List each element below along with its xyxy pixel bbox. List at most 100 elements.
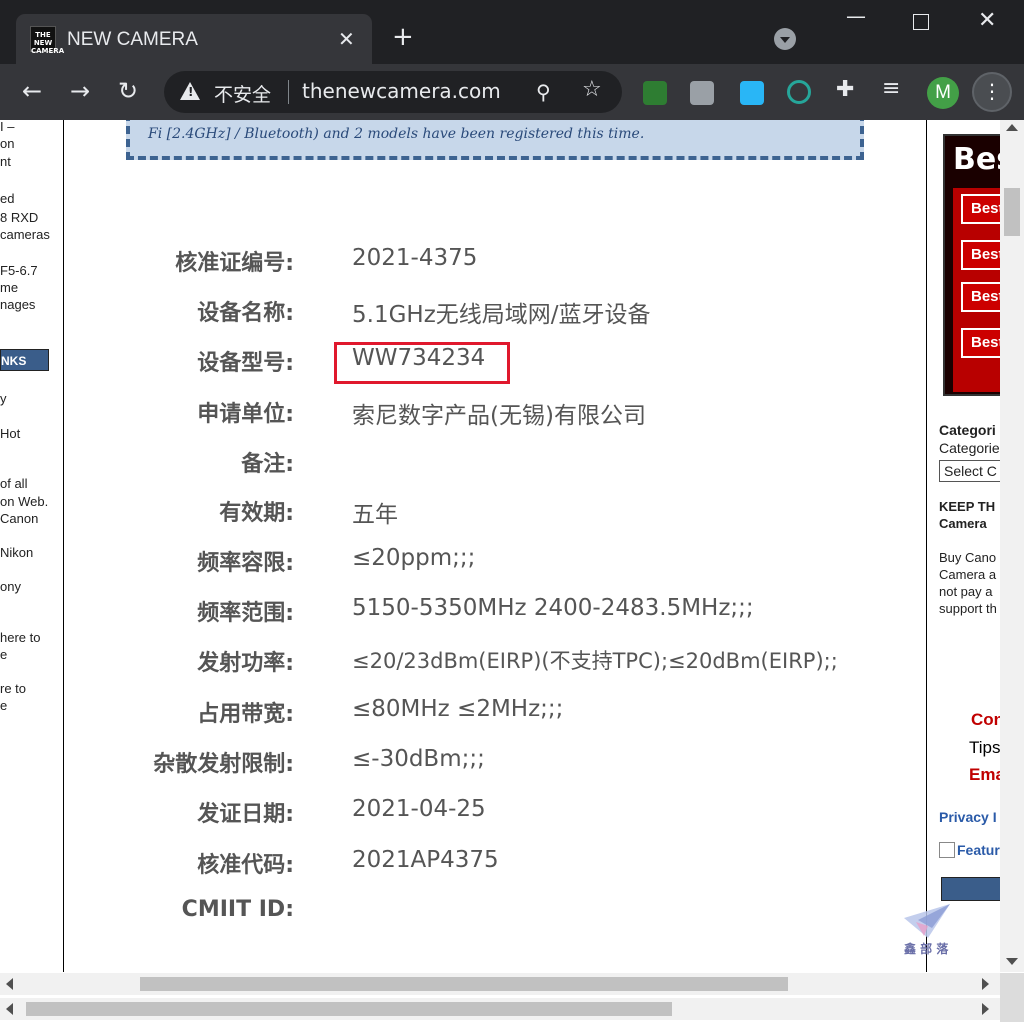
left-fragment[interactable]: me	[0, 279, 18, 296]
ad-best-button[interactable]: Best	[961, 282, 1000, 312]
left-sidebar: I – on nt ed 8 RXD cameras F5-6.7 me nag…	[0, 120, 64, 972]
left-fragment[interactable]: e	[0, 646, 7, 663]
spec-value: 2021AP4375	[352, 847, 499, 873]
spec-label: 核准证编号:	[175, 251, 294, 276]
spec-row: 设备名称: 5.1GHz无线局域网/蓝牙设备	[64, 295, 926, 335]
left-fragment[interactable]: on Web.	[0, 493, 48, 510]
contact-link[interactable]: Con	[971, 710, 1000, 730]
spec-label: 发证日期:	[197, 802, 294, 827]
code-extension-icon[interactable]	[690, 81, 714, 105]
left-fragment[interactable]: on	[0, 135, 14, 152]
browser-menu-icon[interactable]: ⋮	[972, 72, 1012, 112]
bookmark-star-icon[interactable]: ☆	[582, 77, 602, 102]
spec-label: 有效期:	[219, 501, 294, 526]
media-queue-icon[interactable]: ≡	[882, 76, 906, 101]
left-fragment[interactable]: ony	[0, 578, 21, 595]
left-fragment[interactable]: Canon	[0, 510, 38, 527]
outer-horizontal-scrollbar[interactable]	[0, 998, 1000, 1020]
spec-row: 有效期: 五年	[64, 495, 926, 535]
back-icon[interactable]: ←	[22, 78, 42, 104]
reload-icon[interactable]: ↻	[118, 78, 138, 104]
left-fragment[interactable]: nt	[0, 153, 11, 170]
best-deals-ad[interactable]: Bes Best Best Best Best	[943, 134, 1000, 396]
scroll-right-icon[interactable]	[982, 978, 989, 990]
featured-image-icon[interactable]	[939, 842, 955, 858]
scroll-down-icon[interactable]	[1006, 958, 1018, 965]
left-fragment[interactable]: Hot	[0, 425, 20, 442]
left-fragment[interactable]: here to	[0, 629, 40, 646]
spec-label: 设备型号:	[197, 351, 294, 376]
spec-value: 5150-5350MHz 2400-2483.5MHz;;;	[352, 595, 754, 621]
ad-best-button[interactable]: Best	[961, 240, 1000, 270]
left-fragment[interactable]: Nikon	[0, 544, 33, 561]
tips-link[interactable]: Tips	[969, 738, 1000, 758]
intro-note-box: Fi [2.4GHz] / Bluetooth) and 2 models ha…	[126, 120, 864, 160]
paper-plane-icon	[904, 904, 950, 938]
categories-select[interactable]: Select C	[939, 460, 1000, 482]
ad-best-button[interactable]: Best	[961, 328, 1000, 358]
left-fragment[interactable]: ed	[0, 190, 14, 207]
left-fragment[interactable]: re to	[0, 680, 26, 697]
vertical-scroll-thumb[interactable]	[1004, 188, 1020, 236]
new-tab-button[interactable]: +	[392, 24, 414, 50]
security-label[interactable]: 不安全	[214, 80, 271, 107]
spec-row: 杂散发射限制: ≤-30dBm;;;	[64, 746, 926, 786]
outer-horizontal-scroll-thumb[interactable]	[26, 1002, 672, 1016]
forward-icon[interactable]: →	[70, 78, 90, 104]
divider	[288, 80, 289, 104]
doc-extension-icon[interactable]	[740, 81, 764, 105]
spec-row: 申请单位: 索尼数字产品(无锡)有限公司	[64, 396, 926, 436]
privacy-link[interactable]: Privacy I	[939, 809, 997, 825]
left-fragment[interactable]: 8 RXD	[0, 209, 38, 226]
spec-label: 占用带宽:	[197, 702, 294, 727]
spec-value: 索尼数字产品(无锡)有限公司	[352, 403, 646, 429]
close-tab-icon[interactable]: ✕	[338, 27, 355, 51]
left-fragment[interactable]: nages	[0, 296, 35, 313]
scroll-left-icon[interactable]	[6, 978, 13, 990]
left-fragment[interactable]: F5-6.7	[0, 262, 38, 279]
left-fragment[interactable]: cameras	[0, 226, 50, 243]
spec-value: ≤20/23dBm(EIRP)(不支持TPC);≤20dBm(EIRP);;	[352, 649, 838, 673]
spec-row: 频率容限: ≤20ppm;;;	[64, 545, 926, 585]
mail-extension-icon[interactable]	[643, 81, 667, 105]
minimize-icon[interactable]: —	[846, 4, 866, 28]
close-window-icon[interactable]: ✕	[978, 8, 996, 33]
scroll-up-icon[interactable]	[1006, 124, 1018, 131]
url-text[interactable]: thenewcamera.com	[302, 79, 501, 103]
left-fragment[interactable]: y	[0, 390, 7, 407]
spec-row: 占用带宽: ≤80MHz ≤2MHz;;;	[64, 696, 926, 736]
inner-horizontal-scroll-thumb[interactable]	[140, 977, 788, 991]
featured-image-alt[interactable]: Featur	[957, 842, 1000, 858]
left-fragment[interactable]: I –	[0, 120, 14, 135]
left-fragment[interactable]: e	[0, 697, 7, 714]
address-bar[interactable]: 不安全 thenewcamera.com ⚲ ☆	[164, 71, 622, 113]
vertical-scrollbar[interactable]	[1000, 120, 1024, 972]
scrollbar-corner	[1000, 973, 1024, 1022]
maximize-icon[interactable]	[913, 14, 929, 30]
scroll-right-icon[interactable]	[982, 1003, 989, 1015]
site-favicon-icon: THE NEW CAMERA	[30, 26, 64, 55]
zoom-icon[interactable]: ⚲	[536, 80, 551, 104]
ad-best-button[interactable]: Best	[961, 194, 1000, 224]
keep-heading: Camera	[939, 516, 987, 531]
spec-row: 核准证编号: 2021-4375	[64, 245, 926, 285]
extensions-puzzle-icon[interactable]: ✚	[836, 77, 860, 102]
profile-avatar[interactable]: M	[927, 77, 959, 109]
browser-tab[interactable]: THE NEW CAMERA NEW CAMERA ✕	[16, 14, 372, 64]
spec-row: 备注:	[64, 446, 926, 486]
spec-row: 发射功率: ≤20/23dBm(EIRP)(不支持TPC);≤20dBm(EIR…	[64, 645, 926, 685]
spec-label: 频率范围:	[197, 601, 294, 626]
warning-icon[interactable]	[180, 82, 200, 100]
power-extension-icon[interactable]	[787, 80, 811, 104]
scroll-left-icon[interactable]	[6, 1003, 13, 1015]
buy-text: support th	[939, 601, 997, 616]
spec-label: CMIIT ID:	[181, 897, 294, 922]
categories-heading: Categori	[939, 422, 996, 438]
spec-value: ≤80MHz ≤2MHz;;;	[352, 696, 564, 722]
intro-text: Fi [2.4GHz] / Bluetooth) and 2 models ha…	[148, 126, 645, 142]
left-fragment[interactable]: of all	[0, 475, 27, 492]
page-viewport: I – on nt ed 8 RXD cameras F5-6.7 me nag…	[0, 120, 1024, 1022]
tab-search-icon[interactable]	[774, 28, 796, 50]
inner-horizontal-scrollbar[interactable]	[0, 973, 1000, 995]
email-link[interactable]: Ema	[969, 765, 1000, 785]
